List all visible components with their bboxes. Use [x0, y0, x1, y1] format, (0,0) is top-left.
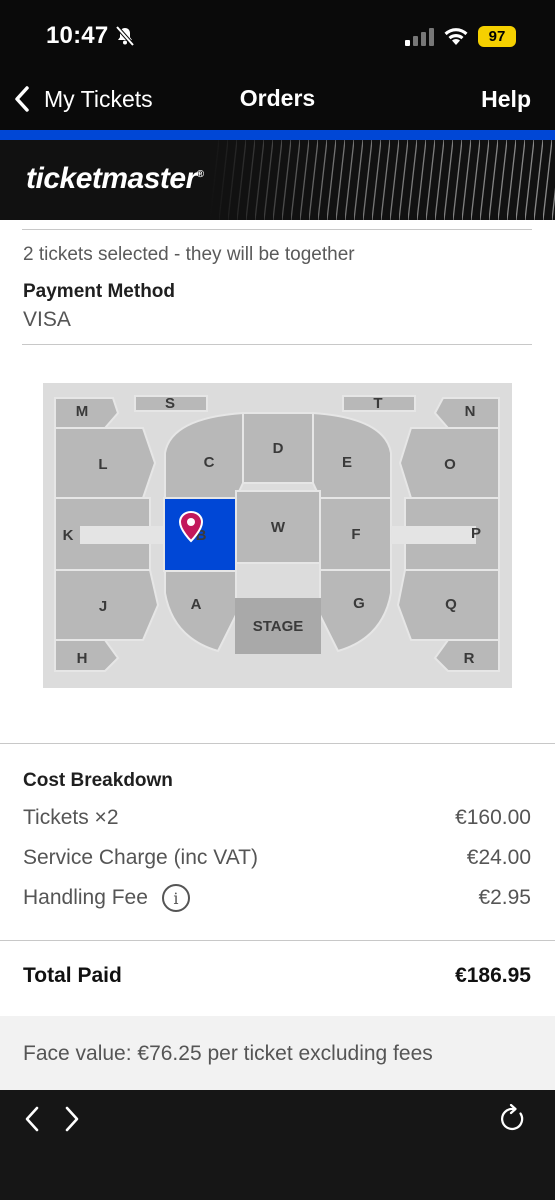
section-label: J [99, 598, 107, 615]
ticketmaster-logo: ticketmaster® [26, 162, 204, 195]
chevron-left-icon [15, 86, 29, 112]
section-label: M [76, 403, 89, 420]
bell-muted-icon [115, 25, 135, 47]
section-label: S [165, 395, 175, 412]
battery-indicator: 97 [478, 26, 516, 47]
accent-stripe [0, 130, 555, 140]
section-label: H [77, 650, 88, 667]
section-label: P [471, 525, 481, 542]
section-label: K [63, 527, 74, 544]
info-icon[interactable]: i [161, 884, 190, 912]
aisle-right [391, 526, 476, 544]
section-label: G [353, 595, 365, 612]
section-label: F [351, 526, 360, 543]
total-label: Total Paid [23, 964, 122, 987]
total-row: Total Paid €186.95 [23, 964, 531, 988]
nav-bar: My Tickets Orders Help [0, 72, 555, 130]
brand-band: ticketmaster® [0, 140, 555, 220]
cost-value: €160.00 [455, 806, 531, 829]
payment-method-value: VISA [23, 308, 71, 331]
forward-arrow-icon[interactable] [56, 1104, 86, 1134]
page-title: Orders [239, 85, 316, 111]
section-label: A [191, 596, 202, 613]
total-value: €186.95 [455, 964, 531, 987]
cost-row-tickets: Tickets ×2 €160.00 [23, 806, 531, 830]
section-label: L [98, 456, 107, 473]
cost-value: €2.95 [478, 886, 531, 909]
wifi-icon [444, 28, 468, 45]
payment-method-label: Payment Method [23, 281, 176, 302]
cost-row-service-charge: Service Charge (inc VAT) €24.00 [23, 846, 531, 870]
divider [0, 743, 555, 744]
cost-label: Tickets ×2 [23, 806, 119, 829]
divider [22, 344, 532, 345]
face-value-note: Face value: €76.25 per ticket excluding … [23, 1042, 433, 1065]
cost-value: €24.00 [466, 846, 531, 869]
section-label: Q [445, 596, 457, 613]
back-button-label: My Tickets [44, 85, 153, 112]
divider [22, 229, 532, 230]
aisle-left [80, 526, 165, 544]
section-label: O [444, 456, 456, 473]
section-label: C [204, 454, 215, 471]
section-label: R [464, 650, 475, 667]
help-button[interactable]: Help [481, 86, 531, 113]
hatch-pattern [210, 140, 555, 220]
cost-row-handling-fee: Handling Fee i €2.95 [23, 884, 531, 912]
stage-label: STAGE [253, 618, 304, 635]
divider [0, 940, 555, 941]
cost-label: Handling Fee [23, 886, 148, 909]
tickets-selected-note: 2 tickets selected - they will be togeth… [23, 244, 355, 265]
section-label: E [342, 454, 352, 471]
section-label: D [273, 440, 284, 457]
back-button[interactable]: My Tickets [12, 82, 153, 116]
face-value-band: Face value: €76.25 per ticket excluding … [0, 1016, 555, 1090]
browser-toolbar [0, 1090, 555, 1200]
status-time: 10:47 [46, 22, 109, 49]
seat-map[interactable]: M S T N L C D E O K B W F P J A STAGE G … [43, 383, 512, 688]
refresh-icon[interactable] [498, 1104, 528, 1134]
cellular-signal-icon [405, 28, 434, 46]
back-arrow-icon[interactable] [18, 1104, 48, 1134]
status-bar: 10:47 97 [0, 0, 555, 72]
section-label: T [373, 395, 382, 412]
cost-label: Service Charge (inc VAT) [23, 846, 258, 869]
section-label: W [271, 519, 286, 536]
section-label: N [465, 403, 476, 420]
cost-breakdown-title: Cost Breakdown [23, 770, 173, 791]
